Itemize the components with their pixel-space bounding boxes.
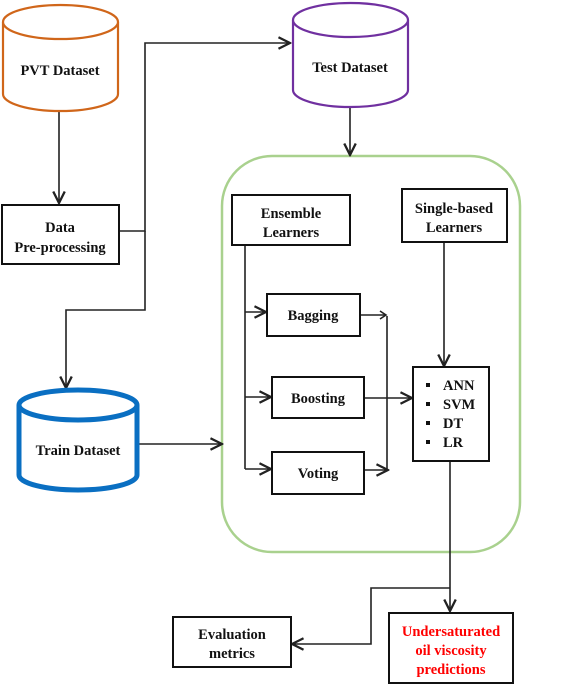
- train-dataset-label: Train Dataset: [36, 443, 121, 459]
- preprocessing-label-line1: Data: [45, 220, 76, 236]
- predictions-label-line3: predictions: [416, 662, 485, 678]
- predictions-label-line1: Undersaturated: [402, 624, 500, 640]
- test-dataset-label: Test Dataset: [312, 60, 388, 76]
- model-ann: ANN: [443, 378, 475, 394]
- evaluation-label-line2: metrics: [209, 646, 255, 662]
- single-label-line2: Learners: [426, 220, 483, 236]
- model-svm: SVM: [443, 397, 476, 413]
- models-list-box: ANN SVM DT LR: [412, 366, 490, 462]
- preprocessing-box: Data Pre-processing: [1, 204, 120, 265]
- voting-label: Voting: [298, 466, 339, 482]
- bagging-label: Bagging: [288, 308, 340, 324]
- evaluation-metrics-box: Evaluation metrics: [172, 616, 292, 668]
- single-learners-box: Single-based Learners: [401, 188, 508, 243]
- bullet-icon: [426, 383, 430, 387]
- evaluation-label-line1: Evaluation: [198, 627, 266, 643]
- bagging-box: Bagging: [266, 293, 361, 337]
- bullet-icon: [426, 402, 430, 406]
- bullet-icon: [426, 440, 430, 444]
- bullet-icon: [426, 421, 430, 425]
- train-dataset-cylinder: Train Dataset: [16, 387, 140, 493]
- boosting-label: Boosting: [291, 391, 346, 407]
- ensemble-learners-box: Ensemble Learners: [231, 194, 351, 246]
- boosting-box: Boosting: [271, 376, 365, 419]
- test-dataset-cylinder: Test Dataset: [291, 1, 410, 109]
- ensemble-label-line1: Ensemble: [261, 206, 322, 222]
- preprocessing-label-line2: Pre-processing: [14, 240, 106, 256]
- workflow-diagram: PVT Dataset Test Dataset Train Dataset D…: [1, 1, 522, 684]
- voting-box: Voting: [271, 451, 365, 495]
- single-label-line1: Single-based: [415, 201, 493, 217]
- model-dt: DT: [443, 416, 463, 432]
- predictions-box: Undersaturated oil viscosity predictions: [388, 612, 514, 684]
- predictions-label-line2: oil viscosity: [415, 643, 487, 659]
- pvt-dataset-label: PVT Dataset: [20, 63, 99, 79]
- pvt-dataset-cylinder: PVT Dataset: [1, 3, 120, 113]
- ensemble-label-line2: Learners: [263, 225, 320, 241]
- model-lr: LR: [443, 435, 464, 451]
- connectors: [59, 43, 450, 644]
